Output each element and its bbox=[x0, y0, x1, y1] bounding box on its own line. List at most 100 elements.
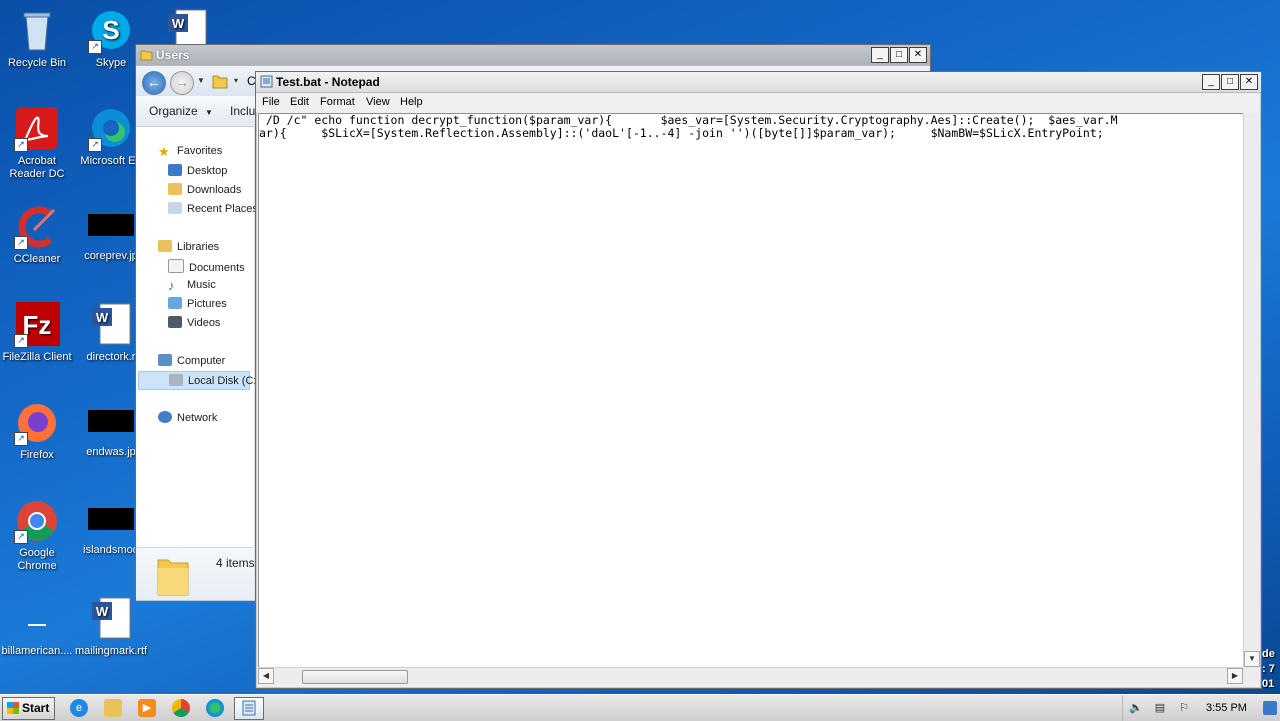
nav-videos[interactable]: Videos bbox=[168, 316, 220, 329]
desktop-icon-chrome[interactable]: ↗ Google Chrome bbox=[0, 498, 74, 573]
svg-text:W: W bbox=[96, 310, 109, 325]
network-icon bbox=[158, 411, 172, 423]
shortcut-arrow-icon: ↗ bbox=[14, 432, 28, 446]
chrome-icon: ↗ bbox=[14, 498, 60, 544]
svg-text:W: W bbox=[172, 16, 185, 31]
notepad-title: Test.bat - Notepad bbox=[276, 75, 380, 89]
maximize-button[interactable]: □ bbox=[890, 47, 908, 63]
chevron-down-icon: ▼ bbox=[205, 108, 213, 117]
nav-music[interactable]: ♪ Music bbox=[168, 278, 216, 293]
libraries-icon bbox=[158, 240, 172, 252]
minimize-button[interactable]: _ bbox=[1202, 74, 1220, 90]
shortcut-arrow-icon: ↗ bbox=[88, 138, 102, 152]
clock[interactable]: 3:55 PM bbox=[1206, 702, 1247, 714]
nav-pictures[interactable]: Pictures bbox=[168, 297, 227, 310]
documents-icon bbox=[168, 259, 184, 273]
taskbar-notepad-button[interactable] bbox=[234, 697, 264, 720]
notepad-window[interactable]: Test.bat - Notepad _ □ ✕ File Edit Forma… bbox=[255, 71, 1262, 689]
recycle-bin-icon bbox=[14, 8, 60, 54]
desktop-edge-text-3: 01 bbox=[1262, 678, 1275, 690]
nav-recent-places[interactable]: Recent Places bbox=[168, 202, 258, 215]
menu-format[interactable]: Format bbox=[320, 96, 355, 108]
recent-places-icon bbox=[168, 202, 182, 214]
music-icon: ♪ bbox=[168, 278, 175, 293]
svg-text:S: S bbox=[102, 15, 119, 45]
desktop-edge-text-1: de bbox=[1262, 648, 1275, 660]
taskbar: Start e ▶ 🔈 ▤ ⚐ 3:55 PM bbox=[0, 694, 1280, 721]
desktop-edge-text-2: : 7 bbox=[1262, 663, 1275, 675]
shortcut-arrow-icon: ↗ bbox=[14, 334, 28, 348]
menu-view[interactable]: View bbox=[366, 96, 390, 108]
image-file-icon bbox=[88, 410, 134, 432]
watermark-logo: ANY RUN bbox=[1038, 612, 1245, 661]
nav-favorites[interactable]: ★ Favorites bbox=[158, 144, 222, 159]
desktop-icon-acrobat[interactable]: ↗ Acrobat Reader DC bbox=[0, 106, 74, 181]
explorer-titlebar[interactable]: Users _ □ ✕ bbox=[136, 45, 930, 66]
desktop-icon-mailingmark[interactable]: W mailingmark.rtf bbox=[74, 596, 148, 658]
chrome-icon[interactable] bbox=[172, 699, 190, 717]
desktop-icon-recycle-bin[interactable]: Recycle Bin bbox=[0, 8, 74, 70]
media-player-icon[interactable]: ▶ bbox=[138, 699, 156, 717]
edge-icon: ↗ bbox=[88, 106, 134, 152]
horizontal-scrollbar[interactable]: ◀ ▶ bbox=[258, 667, 1243, 684]
menu-edit[interactable]: Edit bbox=[290, 96, 309, 108]
forward-button[interactable]: → bbox=[170, 71, 194, 95]
shortcut-arrow-icon: ↗ bbox=[88, 40, 102, 54]
desktop-icon-filezilla[interactable]: Fz ↗ FileZilla Client bbox=[0, 302, 74, 364]
scroll-down-arrow-icon[interactable]: ▼ bbox=[1244, 651, 1260, 667]
start-button[interactable]: Start bbox=[2, 697, 55, 720]
volume-icon[interactable]: 🔈 bbox=[1129, 701, 1143, 715]
editor-line-2: ar){ $SLicX=[System.Reflection.Assembly]… bbox=[259, 126, 1104, 140]
organize-button[interactable]: Organize ▼ bbox=[149, 104, 213, 118]
nav-downloads[interactable]: Downloads bbox=[168, 183, 241, 196]
flag-icon[interactable]: ⚐ bbox=[1177, 701, 1191, 715]
show-desktop-icon[interactable] bbox=[1263, 701, 1277, 715]
svg-text:W: W bbox=[96, 604, 109, 619]
recent-pages-icon[interactable]: ▼ bbox=[197, 76, 205, 85]
edge-icon[interactable] bbox=[206, 699, 224, 717]
horizontal-scroll-thumb[interactable] bbox=[302, 670, 408, 684]
menu-file[interactable]: File bbox=[262, 96, 280, 108]
maximize-button[interactable]: □ bbox=[1221, 74, 1239, 90]
menu-help[interactable]: Help bbox=[400, 96, 423, 108]
nav-computer[interactable]: Computer bbox=[158, 354, 225, 367]
drive-icon bbox=[169, 374, 183, 386]
minimize-button[interactable]: _ bbox=[871, 47, 889, 63]
notepad-icon bbox=[260, 75, 273, 88]
scroll-right-arrow-icon[interactable]: ▶ bbox=[1227, 668, 1243, 684]
nav-network[interactable]: Network bbox=[158, 411, 217, 424]
filezilla-icon: Fz ↗ bbox=[14, 302, 60, 348]
skype-icon: S ↗ bbox=[88, 8, 134, 54]
item-count: 4 items bbox=[216, 556, 255, 570]
address-dropdown-icon[interactable]: ▾ bbox=[234, 76, 238, 85]
desktop-icon-billamerican[interactable]: billamerican.... bbox=[0, 596, 74, 658]
include-in-library-button[interactable]: Inclu bbox=[230, 104, 255, 118]
back-button[interactable]: ← bbox=[142, 71, 166, 95]
file-explorer-icon[interactable] bbox=[104, 699, 122, 717]
close-button[interactable]: ✕ bbox=[1240, 74, 1258, 90]
system-tray: 🔈 ▤ ⚐ bbox=[1122, 695, 1280, 721]
folder-icon bbox=[212, 73, 228, 92]
nav-documents[interactable]: Documents bbox=[168, 259, 245, 274]
nav-local-disk[interactable]: Local Disk (C: bbox=[138, 371, 256, 390]
folder-icon bbox=[140, 48, 153, 61]
vertical-scrollbar[interactable]: ▼ bbox=[1243, 113, 1260, 667]
shortcut-arrow-icon: ↗ bbox=[14, 530, 28, 544]
text-editor[interactable]: /D /c" echo function decrypt_function($p… bbox=[258, 113, 1244, 668]
close-button[interactable]: ✕ bbox=[909, 47, 927, 63]
network-icon[interactable]: ▤ bbox=[1153, 701, 1167, 715]
acrobat-icon: ↗ bbox=[14, 106, 60, 152]
scroll-left-arrow-icon[interactable]: ◀ bbox=[258, 668, 274, 684]
details-pane: 4 items bbox=[136, 547, 255, 600]
internet-explorer-icon[interactable]: e bbox=[70, 699, 88, 717]
word-doc-icon: W bbox=[88, 302, 134, 348]
navigation-pane: ★ Favorites Desktop Downloads Recent Plac… bbox=[136, 127, 258, 547]
windows-logo-icon bbox=[7, 702, 19, 714]
desktop-icon-firefox[interactable]: ↗ Firefox bbox=[0, 400, 74, 462]
nav-desktop[interactable]: Desktop bbox=[168, 164, 227, 177]
notepad-titlebar[interactable]: Test.bat - Notepad _ □ ✕ bbox=[256, 72, 1261, 93]
desktop-icon-ccleaner[interactable]: ↗ CCleaner bbox=[0, 204, 74, 266]
explorer-title: Users bbox=[156, 48, 190, 62]
nav-libraries[interactable]: Libraries bbox=[158, 240, 219, 253]
resize-grip[interactable] bbox=[1243, 667, 1259, 683]
